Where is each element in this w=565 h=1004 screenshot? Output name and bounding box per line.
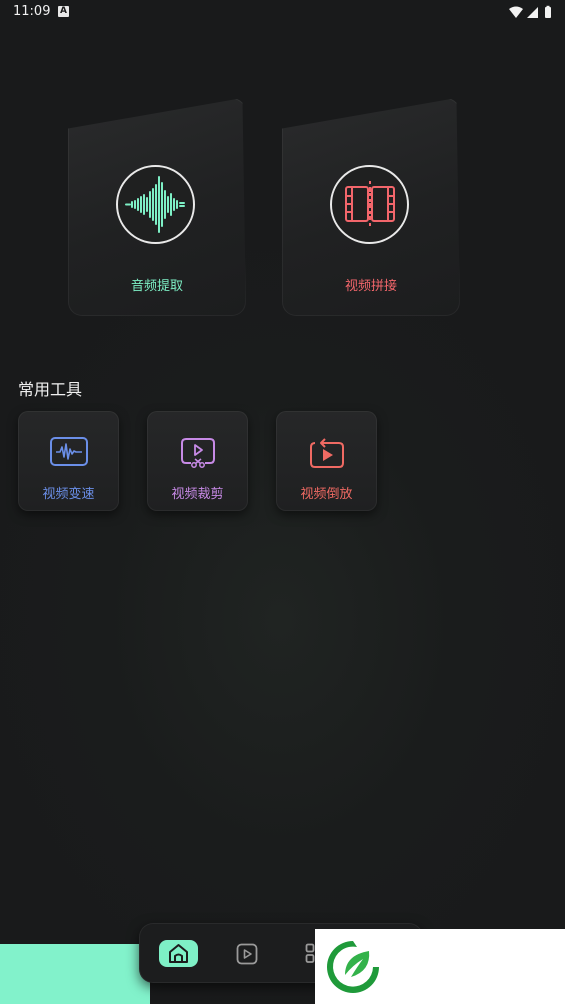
speed-wave-icon xyxy=(50,437,88,466)
wifi-icon xyxy=(509,6,523,18)
play-icon[interactable] xyxy=(236,943,258,965)
audio-extract-label: 音频提取 xyxy=(130,279,183,294)
tool-video-speed[interactable]: 视频变速 xyxy=(18,411,119,511)
audio-extract-card[interactable]: 音频提取 xyxy=(68,98,246,316)
bottom-accent-strip xyxy=(0,944,150,1004)
tool-video-crop-label: 视频裁剪 xyxy=(171,487,224,502)
audio-icon-circle xyxy=(116,165,195,244)
leaf-logo-icon xyxy=(327,941,379,993)
video-merge-card[interactable]: 视频拼接 xyxy=(282,98,460,316)
tool-video-reverse-label: 视频倒放 xyxy=(300,487,353,502)
status-bar: 11:09 A xyxy=(0,0,565,24)
section-title: 常用工具 xyxy=(18,380,83,399)
nav-home-button[interactable] xyxy=(159,940,198,967)
battery-icon xyxy=(545,7,551,18)
reverse-play-icon xyxy=(310,438,344,468)
scissors-icon xyxy=(181,438,215,468)
home-icon xyxy=(169,944,188,963)
video-merge-label: 视频拼接 xyxy=(344,279,397,294)
tool-video-reverse[interactable]: 视频倒放 xyxy=(276,411,377,511)
tool-video-speed-label: 视频变速 xyxy=(42,487,95,502)
notification-icon: A xyxy=(58,6,69,17)
status-time: 11:09 xyxy=(13,4,51,19)
audio-waveform-icon xyxy=(125,176,185,233)
tool-video-crop[interactable]: 视频裁剪 xyxy=(147,411,248,511)
film-strip-icon xyxy=(345,181,395,227)
signal-icon xyxy=(527,7,538,18)
merge-icon-circle xyxy=(330,165,409,244)
status-icons xyxy=(509,5,551,18)
watermark xyxy=(315,929,565,1004)
